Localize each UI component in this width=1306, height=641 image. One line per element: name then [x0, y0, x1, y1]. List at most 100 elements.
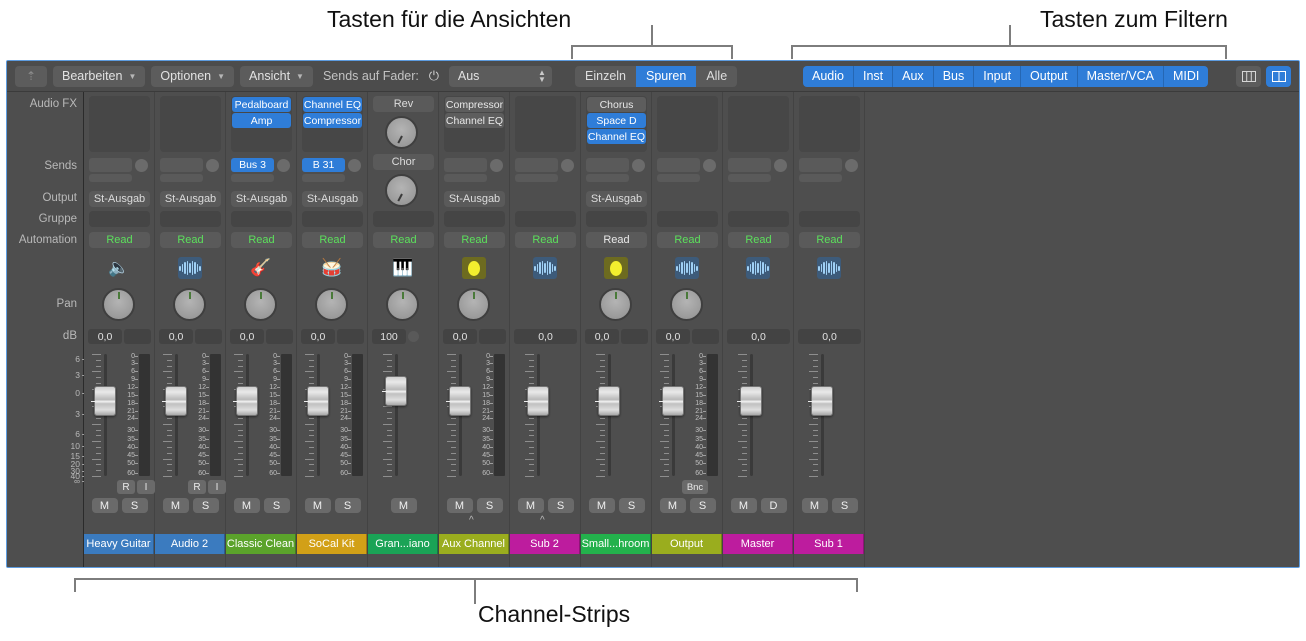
volume-value-row[interactable]: 0,0: [727, 329, 790, 344]
volume-value-row[interactable]: 0,0: [798, 329, 861, 344]
automation-mode-slot[interactable]: Read: [657, 232, 718, 248]
send-slot[interactable]: [444, 158, 487, 172]
fader-zone[interactable]: 0 3 6 9 12 15 18 21 24 30 35 40 45 50 60: [652, 353, 722, 479]
pan-knob[interactable]: [386, 288, 419, 321]
pan-value[interactable]: [337, 329, 364, 344]
sends-on-fader-select[interactable]: Aus ▲ ▼: [448, 65, 552, 87]
fader-zone[interactable]: 0 3 6 9 12 15 18 21 24 30 35 40 45 50 60: [84, 353, 154, 479]
sends-row[interactable]: [515, 158, 576, 172]
sends-row[interactable]: [586, 158, 647, 172]
pan-knob[interactable]: [244, 288, 277, 321]
audio-fx-slots[interactable]: Channel EQ Compressor: [302, 96, 363, 152]
output-slot[interactable]: St-Ausgab: [160, 191, 221, 207]
sends-row[interactable]: [657, 158, 718, 172]
solo-button[interactable]: S: [689, 498, 716, 513]
volume-fader[interactable]: [524, 386, 549, 416]
send-slot-empty[interactable]: [657, 174, 700, 182]
sends-row[interactable]: [89, 158, 150, 172]
automation-mode-slot[interactable]: Read: [302, 232, 363, 248]
mute-button[interactable]: M: [659, 498, 686, 513]
volume-value[interactable]: 0,0: [656, 329, 690, 344]
filter-bus[interactable]: Bus: [933, 65, 975, 87]
send-slot[interactable]: Bus 3: [231, 158, 274, 172]
volume-fader[interactable]: [737, 386, 762, 416]
volume-fader[interactable]: [446, 386, 471, 416]
group-slot[interactable]: [444, 211, 505, 227]
mute-button[interactable]: M: [91, 498, 118, 513]
waveform-icon[interactable]: [675, 257, 699, 279]
sends-row[interactable]: [444, 158, 505, 172]
volume-fader[interactable]: [233, 386, 258, 416]
fader-zone[interactable]: [794, 354, 864, 479]
record-enable-button[interactable]: R: [188, 480, 206, 494]
audio-fx-slot[interactable]: Chorus: [587, 97, 646, 112]
waveform-icon[interactable]: [533, 257, 557, 279]
group-slot[interactable]: [231, 211, 292, 227]
send-level-knob[interactable]: [348, 158, 361, 172]
audio-fx-slot[interactable]: Channel EQ: [587, 129, 646, 144]
filter-inst[interactable]: Inst: [853, 65, 894, 87]
dim-button[interactable]: D: [760, 498, 787, 513]
solo-button[interactable]: S: [121, 498, 148, 513]
solo-button[interactable]: S: [618, 498, 645, 513]
pan-value[interactable]: [692, 329, 719, 344]
waveform-icon[interactable]: [817, 257, 841, 279]
send-slot[interactable]: [586, 158, 629, 172]
automation-mode-slot[interactable]: Read: [515, 232, 576, 248]
group-slot[interactable]: [799, 211, 860, 227]
send-slot[interactable]: B 31: [302, 158, 345, 172]
send-level-knob[interactable]: [845, 158, 858, 172]
channel-name-plate[interactable]: Master: [723, 534, 793, 554]
filter-input[interactable]: Input: [974, 65, 1022, 87]
volume-value[interactable]: 0,0: [514, 329, 577, 344]
menu-bearbeiten[interactable]: Bearbeiten ▼: [53, 65, 146, 87]
sends-row[interactable]: B 31: [302, 158, 363, 172]
audio-fx-slots[interactable]: [89, 96, 150, 152]
send-slot[interactable]: [728, 158, 771, 172]
volume-value[interactable]: 0,0: [585, 329, 619, 344]
fader-zone[interactable]: [723, 354, 793, 479]
automation-mode-slot[interactable]: Read: [160, 232, 221, 248]
send-slot[interactable]: [657, 158, 700, 172]
filter-output[interactable]: Output: [1021, 65, 1078, 87]
mute-button[interactable]: M: [162, 498, 189, 513]
send-level-knob[interactable]: [277, 158, 290, 172]
volume-fader[interactable]: [91, 386, 116, 416]
group-slot[interactable]: [586, 211, 647, 227]
audio-fx-slots[interactable]: Pedalboard Amp: [231, 96, 292, 152]
channel-strip[interactable]: Read 0,0 0 3 6 9 12 15 18 21 24 30 35 40 45 50 60 Bnc M S Ou…: [652, 92, 723, 567]
filter-audio[interactable]: Audio: [803, 65, 854, 87]
automation-mode-slot[interactable]: Read: [728, 232, 789, 248]
chevron-up-icon[interactable]: ^: [540, 516, 545, 526]
volume-value[interactable]: 0,0: [301, 329, 335, 344]
send-knob[interactable]: [385, 116, 418, 149]
volume-value-row[interactable]: 0,0: [159, 329, 222, 344]
audio-fx-slot[interactable]: Compressor: [445, 97, 504, 112]
pan-mini-knob[interactable]: [408, 331, 419, 342]
send-level-knob[interactable]: [774, 158, 787, 172]
channel-strip[interactable]: St-Ausgab Read 0,0 0 3 6 9 12 15 18 21 24 30 35 40 45 50…: [155, 92, 226, 567]
piano-icon[interactable]: 🎹: [391, 257, 415, 279]
group-slot[interactable]: [515, 211, 576, 227]
audio-fx-slot[interactable]: Amp: [232, 113, 291, 128]
output-slot[interactable]: St-Ausgab: [302, 191, 363, 207]
volume-fader[interactable]: [162, 386, 187, 416]
channel-name-plate[interactable]: Output: [652, 534, 722, 554]
pan-knob[interactable]: [599, 288, 632, 321]
output-slot[interactable]: St-Ausgab: [444, 191, 505, 207]
send-slot-empty[interactable]: [231, 174, 274, 182]
three-column-view-icon[interactable]: [1236, 65, 1261, 87]
channel-name-plate[interactable]: Sub 2: [510, 534, 580, 554]
send-slot-empty[interactable]: [799, 174, 842, 182]
channel-strip[interactable]: Compressor Channel EQ St-Ausgab Read 0,0 0 3 6 9…: [439, 92, 510, 567]
group-slot[interactable]: [728, 211, 789, 227]
output-slot[interactable]: St-Ausgab: [231, 191, 292, 207]
volume-fader[interactable]: [304, 386, 329, 416]
volume-fader[interactable]: [382, 376, 407, 406]
bus-icon[interactable]: [604, 257, 628, 279]
fader-zone[interactable]: 0 3 6 9 12 15 18 21 24 30 35 40 45 50 60: [155, 353, 225, 479]
send-level-knob[interactable]: [561, 158, 574, 172]
volume-value-row[interactable]: 0,0: [88, 329, 151, 344]
audio-fx-slots[interactable]: Chorus Space D Channel EQ: [586, 96, 647, 152]
send-level-knob[interactable]: [490, 158, 503, 172]
